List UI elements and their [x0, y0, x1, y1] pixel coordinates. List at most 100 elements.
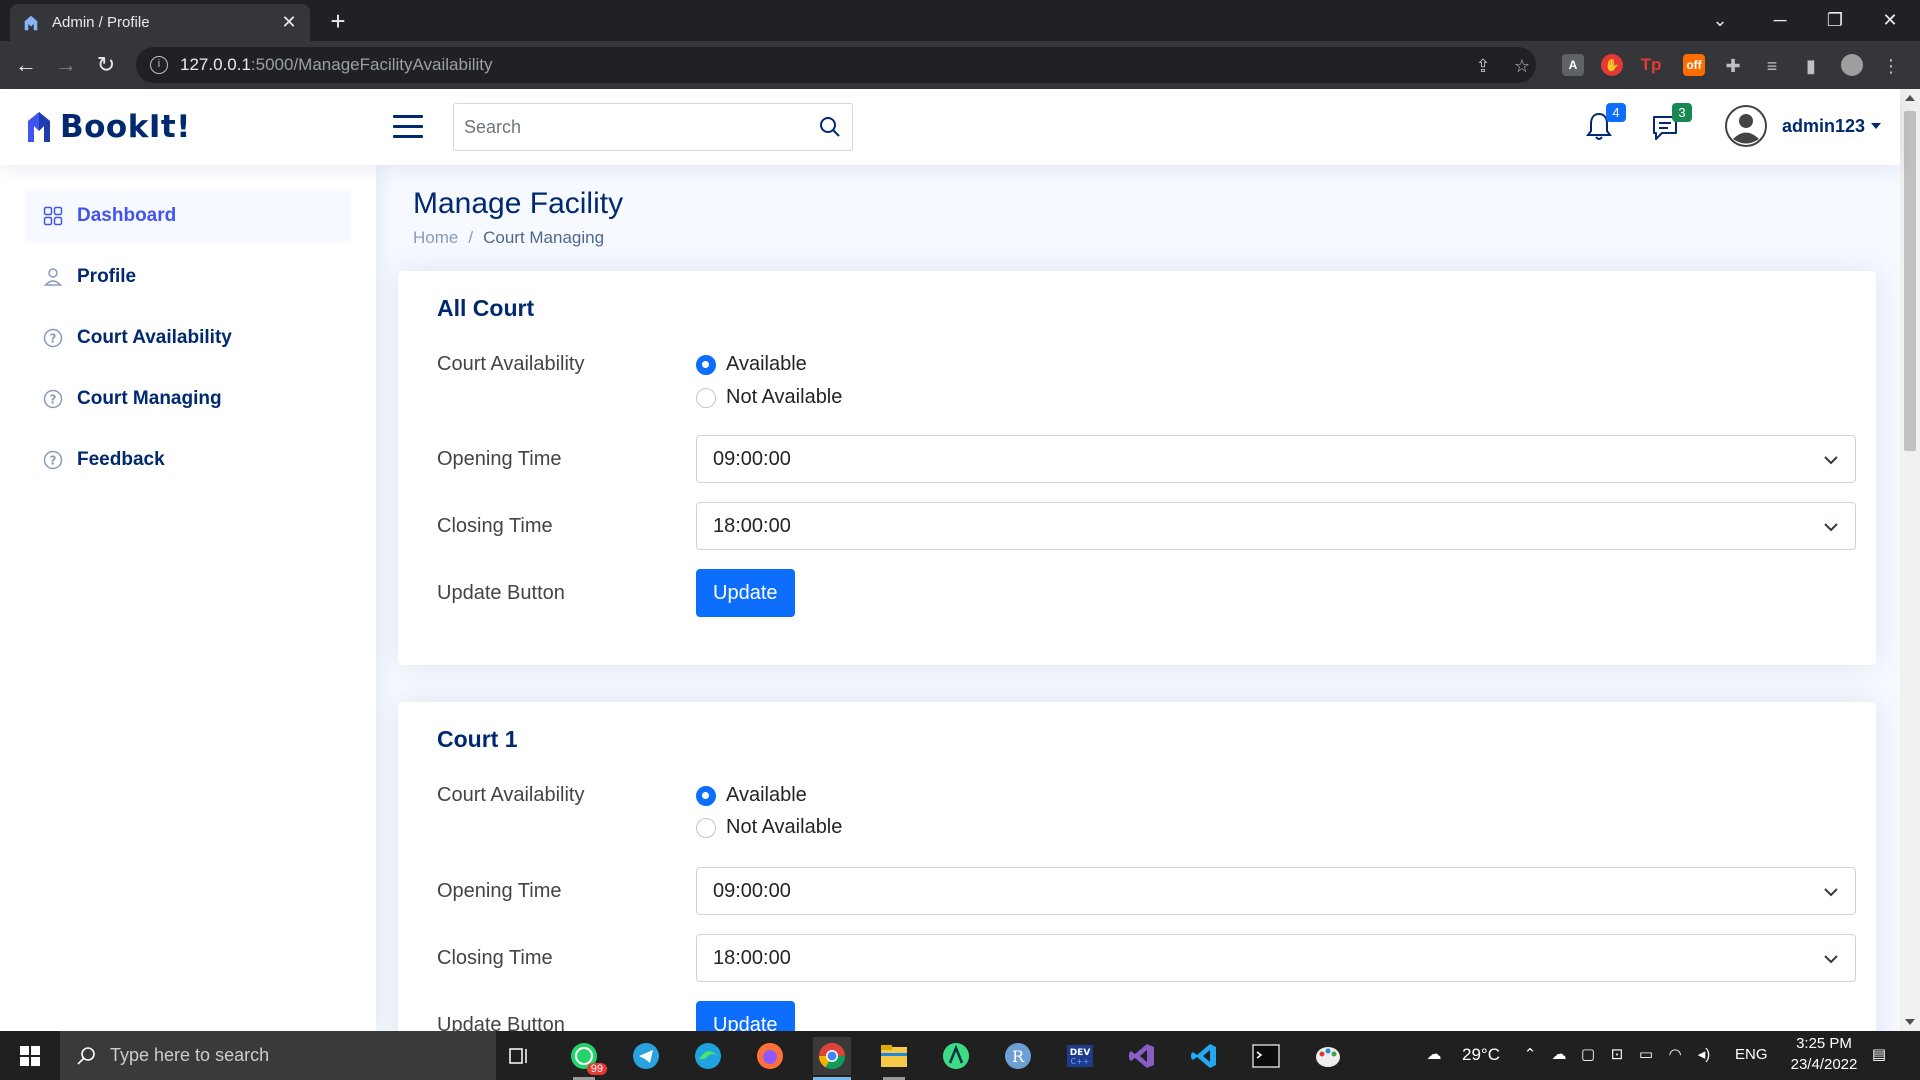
security-icon[interactable]: ⊡ [1607, 1045, 1627, 1065]
page-title: Manage Facility [413, 187, 624, 220]
site-info-icon[interactable]: i [150, 56, 168, 74]
tab-close-icon[interactable]: ✕ [280, 12, 298, 33]
whatsapp-icon[interactable]: 99 [565, 1037, 607, 1080]
onedrive-icon[interactable]: ☁ [1549, 1045, 1569, 1065]
radio-not-available[interactable]: Not Available [696, 386, 842, 409]
tp-extension-icon[interactable]: Tp [1640, 54, 1662, 76]
taskbar-search[interactable]: Type here to search [60, 1031, 496, 1080]
back-icon[interactable]: ← [12, 51, 40, 79]
profile-dropdown[interactable]: admin123 [1724, 104, 1882, 148]
username: admin123 [1782, 115, 1866, 136]
search-input[interactable] [454, 104, 808, 150]
chevron-down-icon [1824, 888, 1838, 897]
vscode-icon[interactable] [1185, 1037, 1223, 1075]
search-button[interactable] [808, 104, 852, 150]
svg-text:?: ? [50, 454, 57, 468]
closing-time-select[interactable]: 18:00:00 [696, 502, 1856, 550]
android-studio-icon[interactable] [937, 1037, 975, 1075]
chevron-up-icon[interactable]: ⌃ [1520, 1045, 1540, 1065]
scroll-up-icon[interactable] [1905, 95, 1915, 101]
breadcrumb-home[interactable]: Home [413, 228, 458, 248]
question-circle-icon: ? [43, 389, 63, 409]
sidebar-item-label: Dashboard [77, 205, 177, 226]
adblock-extension-icon[interactable]: ✋ [1601, 54, 1623, 76]
sidebar-item-profile[interactable]: Profile [25, 250, 351, 304]
clock-time[interactable]: 3:25 PM [1784, 1035, 1864, 1052]
reload-icon[interactable]: ↻ [92, 51, 120, 79]
select-value: 09:00:00 [713, 879, 791, 902]
radio-button[interactable] [696, 387, 716, 408]
update-button[interactable]: Update [696, 1001, 795, 1031]
start-button[interactable] [0, 1031, 60, 1080]
tab-search-icon[interactable]: ⌄ [1690, 0, 1750, 41]
radio-available[interactable]: Available [696, 784, 807, 807]
restore-icon[interactable]: ❐ [1805, 0, 1865, 41]
browser-profile-avatar[interactable] [1841, 54, 1863, 76]
minimize-icon[interactable]: ─ [1750, 0, 1810, 41]
whatsapp-badge: 99 [586, 1063, 607, 1075]
radio-button[interactable] [696, 817, 716, 838]
battery-icon[interactable]: ▭ [1636, 1045, 1656, 1065]
availability-label: Court Availability [437, 353, 585, 375]
terminal-icon[interactable] [1247, 1037, 1285, 1075]
messages-button[interactable]: 3 [1650, 103, 1692, 145]
chrome-icon[interactable] [813, 1037, 851, 1080]
radio-button[interactable] [696, 785, 716, 806]
scroll-thumb[interactable] [1904, 111, 1916, 451]
volume-icon[interactable]: ◂) [1694, 1045, 1714, 1065]
availability-label: Court Availability [437, 784, 585, 806]
forward-icon[interactable]: → [52, 51, 80, 79]
radio-not-available[interactable]: Not Available [696, 816, 842, 839]
logo[interactable]: BookIt! [26, 109, 191, 145]
sidebar-item-court-managing[interactable]: ? Court Managing [25, 372, 351, 426]
meet-icon[interactable]: ▢ [1578, 1045, 1598, 1065]
extensions-puzzle-icon[interactable]: ✚ [1722, 55, 1744, 77]
off-extension-icon[interactable]: off [1683, 54, 1705, 76]
wifi-icon[interactable]: ◠ [1665, 1045, 1685, 1065]
close-window-icon[interactable]: ✕ [1860, 0, 1920, 41]
share-icon[interactable]: ⇪ [1472, 55, 1494, 77]
paint-icon[interactable] [1309, 1037, 1347, 1075]
sidebar-item-dashboard[interactable]: Dashboard [25, 189, 351, 243]
sidebar: Dashboard Profile ? Court Availability ?… [0, 165, 376, 1031]
closing-time-select[interactable]: 18:00:00 [696, 934, 1856, 982]
radio-button[interactable] [696, 354, 716, 375]
visual-studio-icon[interactable] [1123, 1037, 1161, 1075]
update-button[interactable]: Update [696, 569, 795, 617]
sidebar-item-feedback[interactable]: ? Feedback [25, 433, 351, 487]
opening-time-select[interactable]: 09:00:00 [696, 435, 1856, 483]
media-control-icon[interactable]: ≡ [1761, 55, 1783, 77]
clock-date[interactable]: 23/4/2022 [1780, 1056, 1868, 1073]
pdf-extension-icon[interactable]: A [1562, 54, 1584, 76]
firefox-icon[interactable] [751, 1037, 789, 1075]
scroll-down-icon[interactable] [1905, 1019, 1915, 1025]
chevron-down-icon [1871, 123, 1882, 129]
r-app-icon[interactable]: R [999, 1037, 1037, 1075]
person-icon [43, 268, 63, 286]
opening-time-select[interactable]: 09:00:00 [696, 867, 1856, 915]
file-explorer-icon[interactable] [875, 1037, 913, 1080]
browser-menu-icon[interactable]: ⋮ [1880, 55, 1902, 77]
task-view-icon[interactable] [500, 1037, 538, 1075]
page-scrollbar[interactable] [1900, 89, 1920, 1031]
bookit-favicon-icon [24, 15, 38, 30]
language-indicator[interactable]: ENG [1735, 1046, 1768, 1063]
tab-title: Admin / Profile [52, 14, 150, 31]
radio-label: Not Available [726, 816, 843, 838]
new-tab-icon[interactable]: + [324, 8, 352, 36]
address-bar[interactable]: i 127.0.0.1:5000/ManageFacilityAvailabil… [136, 47, 1536, 83]
notification-center-icon[interactable]: ▤ [1869, 1045, 1889, 1065]
sidebar-item-court-availability[interactable]: ? Court Availability [25, 311, 351, 365]
browser-tab[interactable]: Admin / Profile ✕ [10, 4, 310, 41]
side-panel-icon[interactable]: ▮ [1800, 55, 1822, 77]
bookmark-star-icon[interactable]: ☆ [1511, 55, 1533, 77]
weather-icon[interactable]: ☁ [1424, 1045, 1444, 1065]
notifications-button[interactable]: 4 [1584, 103, 1626, 145]
grid-icon [43, 206, 63, 226]
edge-icon[interactable] [689, 1037, 727, 1075]
sidebar-toggle-icon[interactable] [393, 115, 423, 139]
dev-cpp-icon[interactable]: DEV C++ [1061, 1037, 1099, 1075]
radio-available[interactable]: Available [696, 353, 807, 376]
svg-text:R: R [1012, 1047, 1025, 1066]
telegram-icon[interactable] [627, 1037, 665, 1075]
